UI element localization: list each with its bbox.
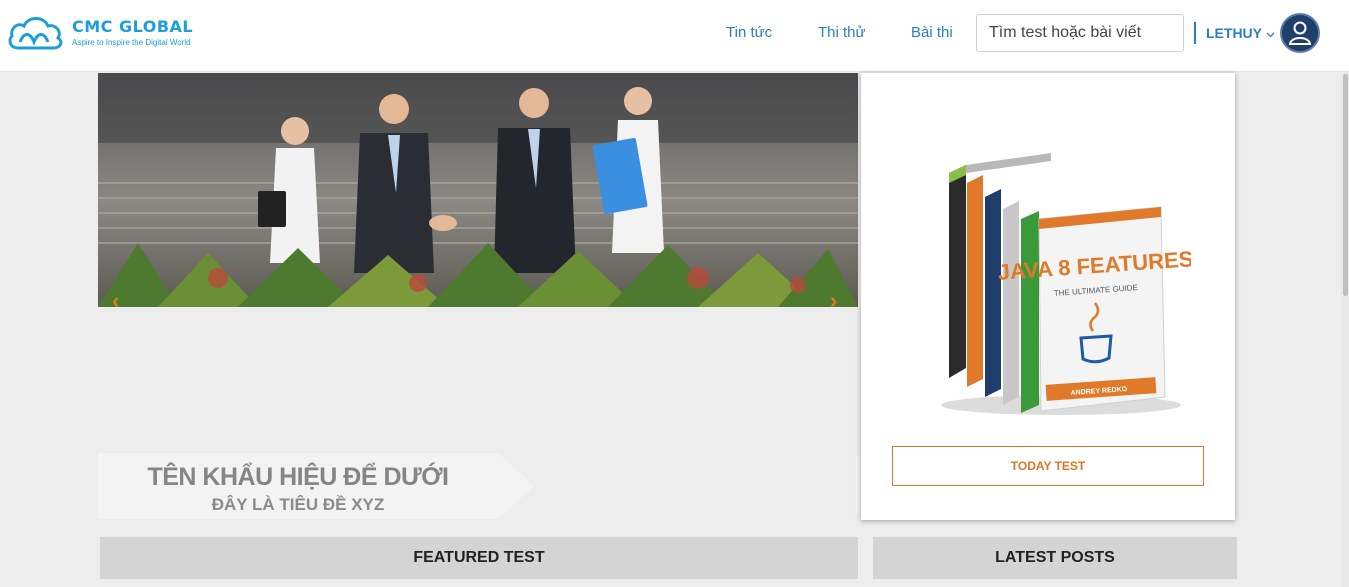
top-header: CMC GLOBAL Aspire to Inspire the Digital…	[0, 0, 1349, 72]
banner-caption: TÊN KHẨU HIỆU ĐỂ DƯỚI ĐÂY LÀ TIÊU ĐỀ XYZ	[98, 453, 534, 519]
nav-item-mock-test[interactable]: Thi thử	[818, 24, 866, 41]
today-test-button[interactable]: TODAY TEST	[892, 446, 1204, 486]
brand-logo[interactable]: CMC GLOBAL Aspire to Inspire the Digital…	[6, 12, 193, 52]
nav-item-news[interactable]: Tin tức	[726, 24, 772, 41]
featured-test-header: FEATURED TEST	[100, 537, 858, 579]
chevron-left-icon[interactable]: ‹	[112, 290, 119, 312]
user-menu[interactable]: LETHUY	[1206, 25, 1275, 41]
banner-title: TÊN KHẨU HIỆU ĐỂ DƯỚI	[147, 463, 449, 491]
java-books-image: JAVA 8 FEATURES THE ULTIMATE GUIDE ANDRE…	[941, 153, 1191, 415]
brand-slogan: Aspire to Inspire the Digital World	[72, 37, 191, 47]
cloud-logo-icon	[8, 17, 63, 50]
page-scrollbar-thumb[interactable]	[1343, 74, 1348, 296]
chevron-down-icon	[1266, 25, 1275, 41]
hero-banner-image	[98, 73, 858, 307]
today-test-card: JAVA 8 FEATURES THE ULTIMATE GUIDE ANDRE…	[861, 73, 1235, 520]
brand-name: CMC GLOBAL	[72, 16, 194, 36]
search-input[interactable]	[976, 14, 1184, 52]
header-divider	[1194, 22, 1196, 44]
user-name: LETHUY	[1206, 25, 1262, 41]
latest-posts-header: LATEST POSTS	[873, 537, 1237, 579]
user-avatar-icon[interactable]	[1280, 13, 1320, 53]
nav-item-exams[interactable]: Bài thi	[911, 24, 953, 41]
caption-divider	[856, 455, 860, 513]
banner-subtitle: ĐÂY LÀ TIÊU ĐỀ XYZ	[211, 495, 385, 514]
chevron-right-icon[interactable]: ›	[830, 290, 837, 312]
